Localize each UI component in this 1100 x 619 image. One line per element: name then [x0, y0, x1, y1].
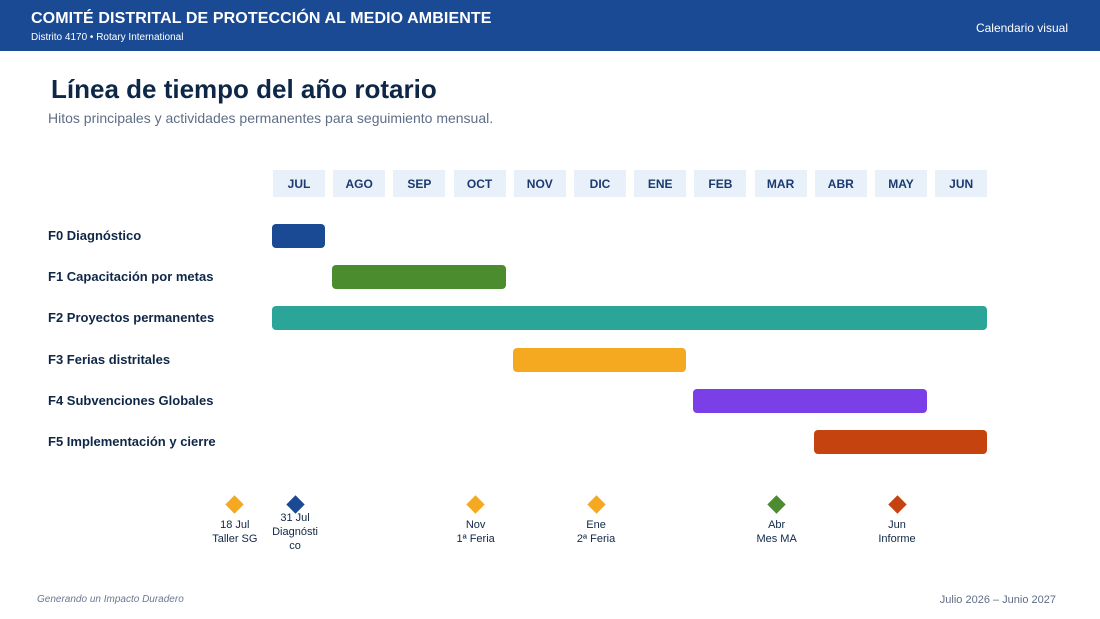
milestone-marker — [466, 494, 485, 514]
phase-label: F1 Capacitación por metas — [48, 269, 214, 285]
month-header-oct: OCT — [453, 170, 506, 197]
phase-bar — [813, 430, 988, 454]
phase-label: F4 Subvenciones Globales — [48, 392, 214, 408]
month-header-sep: SEP — [393, 170, 446, 197]
milestone-label-line: Ene — [586, 519, 606, 531]
month-header-abr: ABR — [814, 170, 867, 197]
footer-tagline: Generando un Impacto Duradero — [37, 594, 184, 605]
phase-label: F2 Proyectos permanentes — [48, 310, 215, 326]
milestone-marker — [887, 494, 907, 514]
milestone-label-line: Nov — [465, 519, 486, 531]
header-right-label: Calendario visual — [975, 21, 1068, 35]
milestone-marker — [767, 494, 786, 514]
month-header-jul: JUL — [273, 170, 325, 197]
milestone-label-line: Informe — [878, 533, 916, 545]
phase-bar — [272, 224, 325, 248]
phase-bar — [693, 388, 927, 413]
milestone-label: Ene 2ª Feria — [568, 518, 624, 546]
month-header-ago: AGO — [333, 170, 386, 197]
milestone-label-line: Abr — [768, 519, 786, 531]
milestone-label: Abr Mes MA — [749, 518, 805, 546]
milestone-label-line: 31 Jul — [280, 512, 310, 524]
milestone-label-line: Mes MA — [756, 533, 797, 545]
milestone-label-line: co — [289, 540, 301, 552]
milestone-label-line: Diagnósti — [272, 526, 318, 538]
phase-bar — [512, 347, 687, 372]
phase-label: F5 Implementación y cierre — [48, 434, 216, 449]
phase-label: F0 Diagnóstico — [48, 228, 142, 243]
milestone-label: Nov 1ª Feria — [448, 518, 504, 546]
month-header-feb: FEB — [694, 170, 747, 197]
milestone-label: 18 Jul Taller SG — [207, 518, 263, 546]
month-header-nov: NOV — [513, 170, 566, 197]
milestone-label-line: 2ª Feria — [576, 533, 616, 545]
milestone-label: Jun Informe — [869, 518, 925, 546]
phase-bar — [272, 306, 988, 331]
month-header-may: MAY — [875, 170, 927, 197]
milestone-marker — [586, 494, 606, 514]
organization-title: COMITÉ DISTRITAL DE PROTECCIÓN AL MEDIO … — [31, 10, 492, 27]
phase-bar — [332, 265, 506, 290]
organization-subtitle: Distrito 4170 • Rotary International — [31, 32, 184, 43]
top-banner: COMITÉ DISTRITAL DE PROTECCIÓN AL MEDIO … — [0, 0, 1100, 51]
page-title: Línea de tiempo del año rotario — [51, 74, 437, 104]
month-header-ene: ENE — [634, 170, 687, 197]
milestone-label-line: 1ª Feria — [456, 533, 495, 545]
phase-label: F3 Ferias distritales — [48, 351, 171, 367]
milestone-label-line: Jun — [888, 519, 906, 531]
month-header-mar: MAR — [754, 170, 807, 197]
milestone-label: 31 Jul Diagnósti co — [267, 511, 323, 553]
milestone-label-line: Taller SG — [212, 533, 258, 545]
milestone-label-line: 18 Jul — [220, 519, 250, 531]
month-header-jun: JUN — [935, 170, 988, 197]
milestone-marker — [225, 494, 245, 514]
month-header-dic: DIC — [574, 170, 626, 197]
footer-period: Julio 2026 – Junio 2027 — [939, 594, 1056, 606]
page-subtitle: Hitos principales y actividades permanen… — [48, 110, 494, 126]
